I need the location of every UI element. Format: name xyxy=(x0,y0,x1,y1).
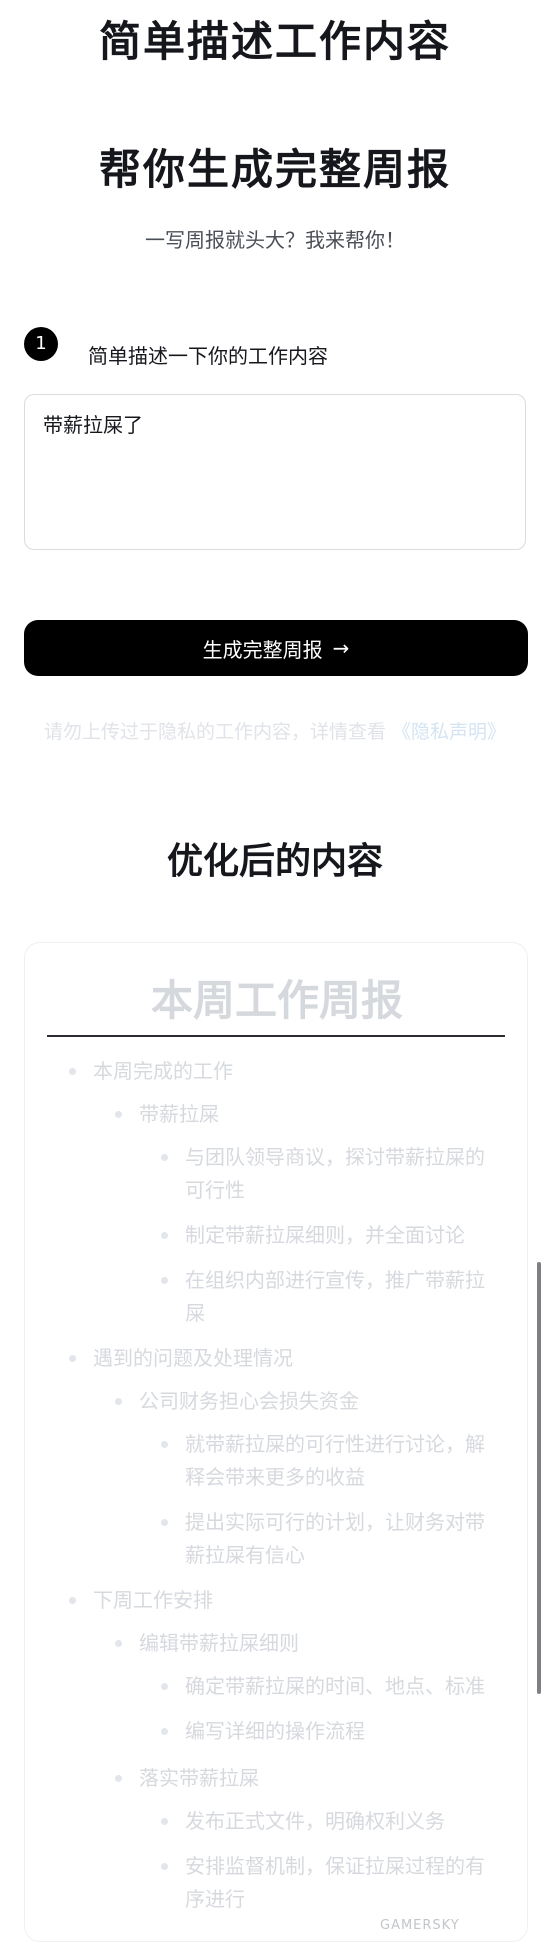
hero-title-line-2: 帮你生成完整周报 xyxy=(98,145,451,194)
privacy-notice: 请勿上传过于隐私的工作内容，详情查看 《隐私声明》 xyxy=(30,716,520,748)
report-divider xyxy=(47,1035,505,1037)
report-title: 本周工作周报 xyxy=(150,976,403,1025)
report-detail: 安排监督机制，保证拉屎过程的有序进行 xyxy=(25,1850,529,1916)
report-subitem: 带薪拉屎 xyxy=(25,1098,529,1131)
report-detail: 在组织内部进行宣传，推广带薪拉屎 xyxy=(25,1264,529,1330)
report-card: 本周工作周报 本周完成的工作 带薪拉屎 与团队领导商议，探讨带薪拉屎的可行性 制… xyxy=(24,942,528,1942)
report-detail: 就带薪拉屎的可行性进行讨论，解释会带来更多的收益 xyxy=(25,1428,529,1494)
page: 简单描述工作内容 帮你生成完整周报 一写周报就头大？我来帮你！ 1 简单描述一下… xyxy=(0,0,550,1950)
generate-report-button-label: 生成完整周报 xyxy=(202,637,323,662)
generate-report-button[interactable]: 生成完整周报 → xyxy=(24,620,528,676)
arrow-right-icon: → xyxy=(332,636,350,660)
result-section-title: 优化后的内容 xyxy=(166,841,383,882)
watermark: GAMERSKY xyxy=(380,1918,460,1933)
report-detail: 发布正式文件，明确权利义务 xyxy=(25,1805,529,1838)
report-detail: 与团队领导商议，探讨带薪拉屎的可行性 xyxy=(25,1141,529,1207)
report-subitem: 落实带薪拉屎 xyxy=(25,1762,529,1795)
step-1-header: 1 简单描述一下你的工作内容 xyxy=(24,318,328,369)
scrollbar-thumb[interactable] xyxy=(537,1262,541,1694)
report-detail: 确定带薪拉屎的时间、地点、标准 xyxy=(25,1670,529,1703)
step-label: 简单描述一下你的工作内容 xyxy=(88,344,328,368)
work-description-input[interactable]: 带薪拉屎了 xyxy=(24,394,526,550)
report-detail: 编写详细的操作流程 xyxy=(25,1715,529,1748)
report-section: 遇到的问题及处理情况 xyxy=(25,1342,529,1375)
privacy-statement-link[interactable]: 《隐私声明》 xyxy=(392,721,506,743)
report-subitem: 编辑带薪拉屎细则 xyxy=(25,1627,529,1660)
report-section: 下周工作安排 xyxy=(25,1584,529,1617)
report-list: 本周完成的工作 带薪拉屎 与团队领导商议，探讨带薪拉屎的可行性 制定带薪拉屎细则… xyxy=(25,1055,529,1928)
hero-title-line-1: 简单描述工作内容 xyxy=(98,17,451,66)
privacy-notice-text: 请勿上传过于隐私的工作内容，详情查看 xyxy=(43,721,386,743)
hero-subtitle: 一写周报就头大？我来帮你！ xyxy=(145,228,405,252)
report-detail: 提出实际可行的计划，让财务对带薪拉屎有信心 xyxy=(25,1506,529,1572)
report-subitem: 公司财务担心会损失资金 xyxy=(25,1385,529,1418)
report-section: 本周完成的工作 xyxy=(25,1055,529,1088)
step-number-badge: 1 xyxy=(24,326,58,361)
report-detail: 制定带薪拉屎细则，并全面讨论 xyxy=(25,1219,529,1252)
